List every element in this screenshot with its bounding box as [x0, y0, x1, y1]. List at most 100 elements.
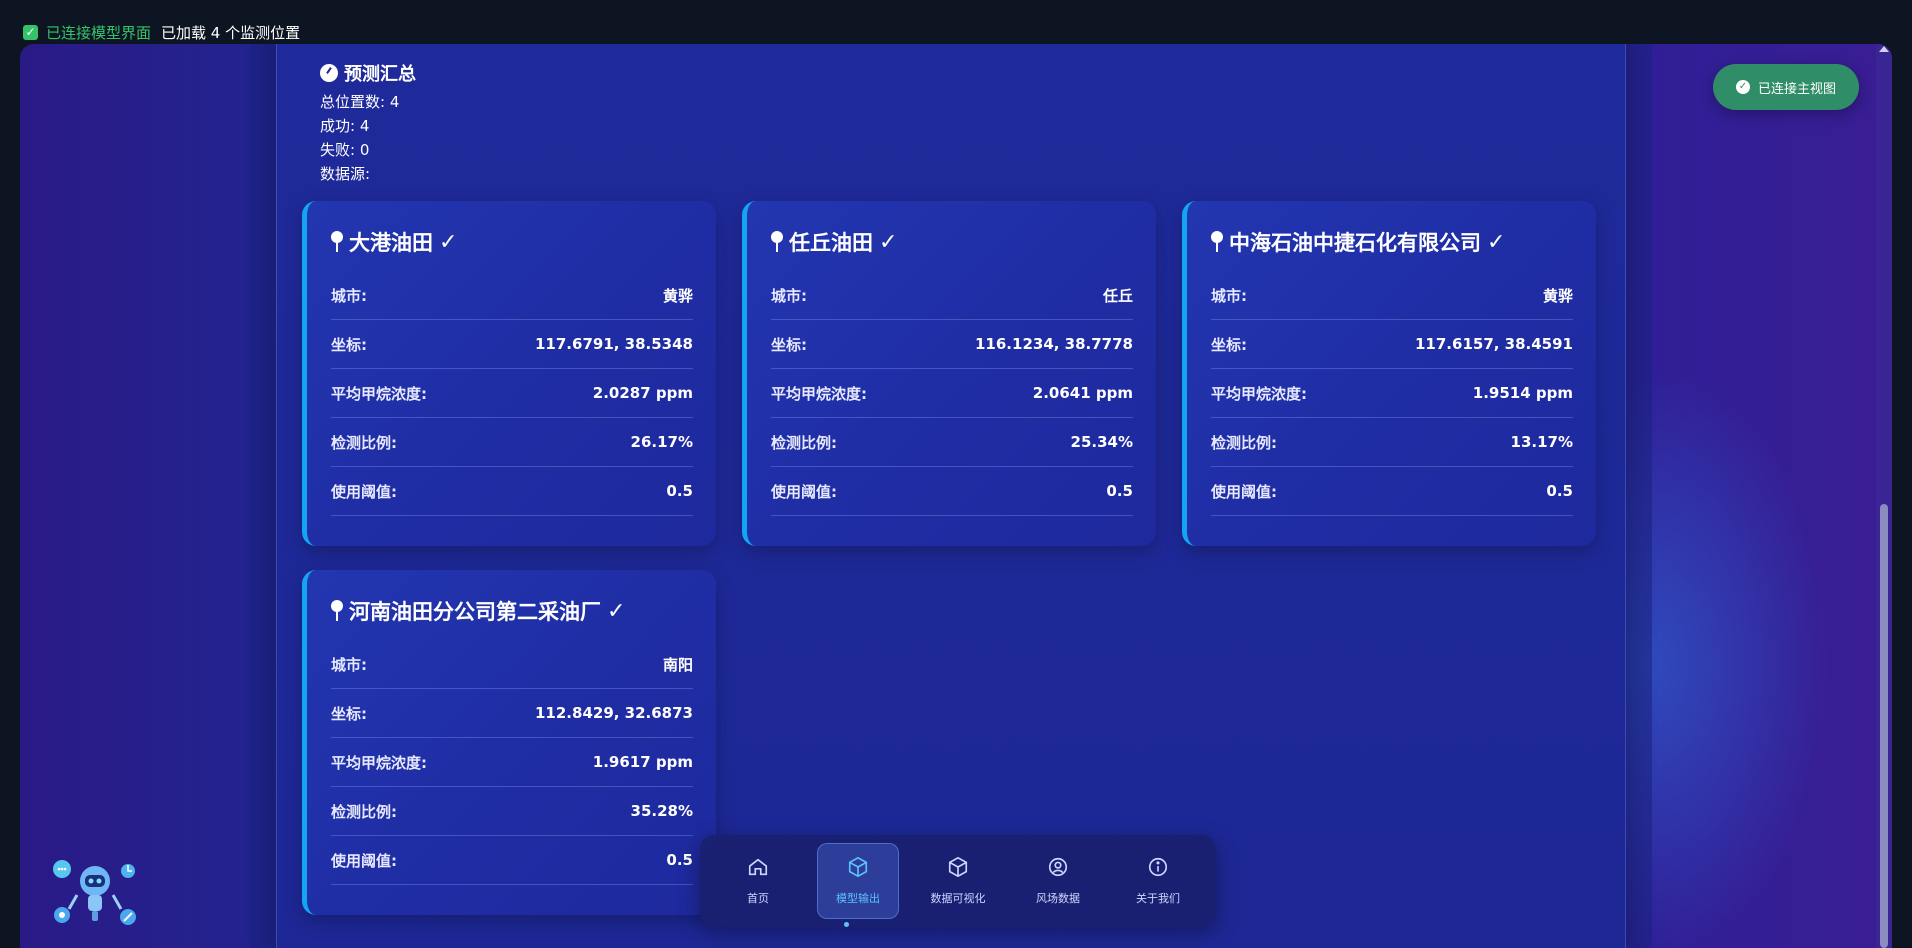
- city-row: 城市: 黄骅: [1211, 271, 1573, 320]
- coords-value: 117.6791, 38.5348: [535, 335, 693, 353]
- map-pin-icon: [771, 231, 783, 253]
- location-name: 任丘油田: [789, 231, 873, 255]
- ratio-value: 26.17%: [630, 433, 693, 451]
- app-window: 预测汇总 总位置数: 4 成功: 4 失败: 0 数据源: 大港油田 ✓ 城市:…: [20, 44, 1892, 948]
- check-icon: ✓: [1487, 229, 1506, 255]
- avg-row: 平均甲烷浓度: 2.0287 ppm: [331, 369, 693, 418]
- city-row: 城市: 南阳: [331, 640, 693, 689]
- location-card: 任丘油田 ✓ 城市: 任丘 坐标: 116.1234, 38.7778 平均甲烷浓度…: [742, 201, 1156, 546]
- threshold-label: 使用阈值:: [331, 851, 397, 870]
- city-value: 黄骅: [1542, 286, 1573, 305]
- location-name: 河南油田分公司第二采油厂: [349, 600, 601, 624]
- avg-value: 2.0641 ppm: [1032, 384, 1133, 402]
- ratio-row: 检测比例: 26.17%: [331, 418, 693, 467]
- threshold-label: 使用阈值:: [331, 482, 397, 501]
- nav-label: 风场数据: [1036, 892, 1080, 905]
- map-pin-icon: [1211, 231, 1223, 253]
- nav-model-output[interactable]: 模型输出: [817, 843, 899, 919]
- city-label: 城市:: [1211, 286, 1247, 305]
- ratio-label: 检测比例:: [771, 433, 837, 452]
- city-label: 城市:: [771, 286, 807, 305]
- active-indicator: [844, 922, 849, 927]
- ratio-value: 25.34%: [1070, 433, 1133, 451]
- check-circle-icon: ✓: [1735, 80, 1750, 94]
- threshold-row: 使用阈值: 0.5: [1211, 467, 1573, 516]
- scroll-thumb[interactable]: [1880, 504, 1888, 948]
- ratio-label: 检测比例:: [331, 433, 397, 452]
- avg-label: 平均甲烷浓度:: [1211, 384, 1307, 403]
- city-row: 城市: 任丘: [771, 271, 1133, 320]
- ratio-value: 35.28%: [630, 802, 693, 820]
- threshold-label: 使用阈值:: [771, 482, 837, 501]
- info-icon: [1148, 857, 1168, 877]
- summary-success: 成功: 4: [320, 117, 370, 135]
- threshold-value: 0.5: [1546, 482, 1573, 500]
- location-card: 中海石油中捷石化有限公司 ✓ 城市: 黄骅 坐标: 117.6157, 38.459…: [1182, 201, 1596, 546]
- city-label: 城市:: [331, 286, 367, 305]
- map-pin-icon: [331, 231, 343, 253]
- connection-toast[interactable]: ✓ 已连接主视图: [1713, 64, 1859, 110]
- coords-label: 坐标:: [771, 335, 807, 354]
- nav-label: 数据可视化: [930, 892, 986, 905]
- cube-icon: [848, 856, 868, 878]
- connection-status: ✓ 已连接模型界面 已加载 4 个监测位置: [23, 22, 300, 43]
- robot-assistant-icon[interactable]: [52, 859, 138, 929]
- coords-row: 坐标: 117.6157, 38.4591: [1211, 320, 1573, 369]
- threshold-row: 使用阈值: 0.5: [331, 467, 693, 516]
- map-pin-icon: [331, 600, 343, 622]
- cube-outline-icon: [948, 856, 968, 878]
- nav-label: 首页: [747, 892, 769, 905]
- connected-label: 已连接模型界面: [46, 24, 152, 42]
- loaded-label: 已加载 4 个监测位置: [161, 24, 301, 42]
- card-title: 大港油田 ✓: [331, 227, 457, 257]
- nav-wind-data[interactable]: 风场数据: [1017, 843, 1099, 919]
- vertical-scrollbar[interactable]: [1876, 44, 1892, 948]
- card-title: 中海石油中捷石化有限公司 ✓: [1211, 227, 1505, 257]
- card-title: 任丘油田 ✓: [771, 227, 897, 257]
- home-icon: [748, 858, 768, 876]
- threshold-value: 0.5: [1106, 482, 1133, 500]
- nav-label: 模型输出: [836, 892, 880, 905]
- avg-row: 平均甲烷浓度: 1.9617 ppm: [331, 738, 693, 787]
- bottom-nav: 首页 模型输出 数据可视化 风场数据 关于我们: [700, 835, 1216, 927]
- nav-about[interactable]: 关于我们: [1117, 843, 1199, 919]
- ratio-label: 检测比例:: [331, 802, 397, 821]
- coords-label: 坐标:: [1211, 335, 1247, 354]
- target-icon: [1048, 857, 1068, 877]
- coords-row: 坐标: 117.6791, 38.5348: [331, 320, 693, 369]
- coords-value: 112.8429, 32.6873: [535, 704, 693, 722]
- city-label: 城市:: [331, 655, 367, 674]
- ratio-row: 检测比例: 25.34%: [771, 418, 1133, 467]
- summary-title: 预测汇总: [344, 64, 416, 85]
- city-value: 南阳: [662, 655, 693, 674]
- scroll-up-arrow-icon[interactable]: [1879, 46, 1889, 52]
- coords-value: 117.6157, 38.4591: [1415, 335, 1573, 353]
- location-card: 河南油田分公司第二采油厂 ✓ 城市: 南阳 坐标: 112.8429, 32.687…: [302, 570, 716, 915]
- threshold-label: 使用阈值:: [1211, 482, 1277, 501]
- location-name: 中海石油中捷石化有限公司: [1229, 231, 1481, 255]
- threshold-row: 使用阈值: 0.5: [331, 836, 693, 885]
- avg-row: 平均甲烷浓度: 1.9514 ppm: [1211, 369, 1573, 418]
- check-icon: ✓: [607, 598, 626, 624]
- coords-row: 坐标: 116.1234, 38.7778: [771, 320, 1133, 369]
- avg-value: 2.0287 ppm: [592, 384, 693, 402]
- check-icon: ✓: [439, 229, 458, 255]
- threshold-value: 0.5: [666, 482, 693, 500]
- coords-label: 坐标:: [331, 335, 367, 354]
- ratio-row: 检测比例: 13.17%: [1211, 418, 1573, 467]
- city-value: 任丘: [1102, 286, 1133, 305]
- dashboard-icon: [320, 64, 338, 82]
- toast-label: 已连接主视图: [1757, 81, 1836, 97]
- checkbox-checked-icon[interactable]: ✓: [23, 25, 38, 40]
- top-status-bar: ✓ 已连接模型界面 已加载 4 个监测位置: [0, 0, 1912, 44]
- avg-label: 平均甲烷浓度:: [771, 384, 867, 403]
- summary-source: 数据源:: [320, 165, 371, 183]
- city-row: 城市: 黄骅: [331, 271, 693, 320]
- check-icon: ✓: [879, 229, 898, 255]
- city-value: 黄骅: [662, 286, 693, 305]
- avg-label: 平均甲烷浓度:: [331, 753, 427, 772]
- coords-label: 坐标:: [331, 704, 367, 723]
- nav-home[interactable]: 首页: [717, 843, 799, 919]
- nav-data-visualization[interactable]: 数据可视化: [917, 843, 999, 919]
- summary-total: 总位置数: 4: [320, 93, 400, 111]
